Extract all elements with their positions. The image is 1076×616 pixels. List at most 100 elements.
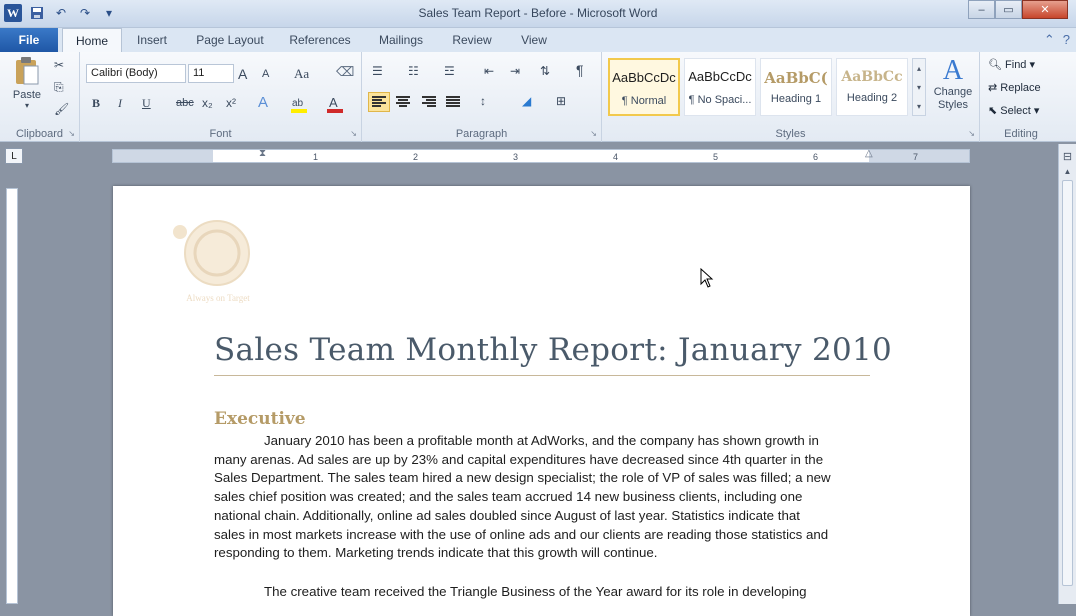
- bold-button[interactable]: B: [92, 96, 100, 111]
- section-heading: Executive: [214, 409, 306, 429]
- vertical-scrollbar[interactable]: ⊟ ▲: [1058, 144, 1076, 604]
- copy-icon[interactable]: ⎘: [54, 80, 64, 95]
- font-size-combo[interactable]: 11: [188, 64, 234, 83]
- style-sample: AaBbC(: [764, 69, 828, 87]
- italic-button[interactable]: I: [118, 96, 122, 111]
- tab-mailings[interactable]: Mailings: [366, 28, 436, 52]
- window-title: Sales Team Report - Before - Microsoft W…: [418, 6, 658, 20]
- change-styles-button[interactable]: A Change Styles: [930, 56, 976, 112]
- paste-button[interactable]: Paste ▾: [10, 56, 44, 110]
- align-right-icon[interactable]: [422, 96, 436, 111]
- clear-formatting-icon[interactable]: ⌫: [336, 64, 354, 80]
- sort-icon[interactable]: ⇅: [540, 64, 550, 78]
- font-family-combo[interactable]: Calibri (Body): [86, 64, 186, 83]
- text-effects-icon[interactable]: A: [258, 94, 268, 111]
- replace-button[interactable]: ⇄ Replace: [988, 81, 1041, 94]
- tab-references[interactable]: References: [280, 28, 360, 52]
- tab-review[interactable]: Review: [442, 28, 502, 52]
- change-styles-icon: A: [942, 55, 964, 86]
- horizontal-ruler[interactable]: ⧗ 1 2 3 4 5 6 7 △: [112, 148, 970, 163]
- tab-home[interactable]: Home: [62, 28, 122, 53]
- select-icon: ⬉: [988, 105, 998, 117]
- paragraph-2: The creative team received the Triangle …: [264, 584, 807, 599]
- find-label: Find: [1005, 59, 1027, 71]
- view-ruler-icon[interactable]: ⊟: [1059, 150, 1076, 163]
- maximize-button[interactable]: ▭: [995, 0, 1022, 19]
- shrink-font-icon[interactable]: A: [262, 68, 269, 80]
- tab-selector[interactable]: L: [5, 148, 23, 164]
- svg-text:ab: ab: [292, 98, 304, 109]
- align-center-icon[interactable]: [396, 96, 410, 111]
- styles-scroll[interactable]: ▴ ▾ ▾: [912, 58, 926, 116]
- paste-dropdown-icon[interactable]: ▾: [10, 101, 44, 110]
- title-underline: [214, 375, 870, 376]
- editing-label: Editing: [1004, 128, 1038, 140]
- para-line: sales chief position was created; and th…: [214, 489, 803, 505]
- tab-insert[interactable]: Insert: [124, 28, 180, 52]
- find-icon: 🔍︎: [988, 59, 1002, 71]
- grow-font-icon[interactable]: A: [238, 66, 247, 82]
- align-left-icon: [372, 96, 386, 107]
- style-heading-2[interactable]: AaBbCc Heading 2: [836, 58, 908, 116]
- styles-launcher-icon[interactable]: ↘: [968, 129, 975, 138]
- minimize-button[interactable]: –: [968, 0, 995, 19]
- justify-icon[interactable]: [446, 96, 460, 111]
- clipboard-launcher-icon[interactable]: ↘: [68, 129, 75, 138]
- help-icon[interactable]: ?: [1063, 32, 1070, 48]
- para-line: responding to them. Marketing trends ind…: [214, 545, 658, 561]
- tab-file[interactable]: File: [0, 28, 58, 52]
- highlight-color-icon[interactable]: ab: [290, 94, 308, 114]
- close-button[interactable]: ✕: [1022, 0, 1068, 19]
- replace-label: Replace: [1000, 82, 1041, 94]
- style-name: ¶ Normal: [621, 95, 667, 107]
- font-launcher-icon[interactable]: ↘: [350, 129, 357, 138]
- change-case-icon[interactable]: Aa: [294, 66, 309, 82]
- window-controls: – ▭ ✕: [968, 0, 1068, 19]
- styles-group: AaBbCcDc ¶ Normal AaBbCcDc ¶ No Spaci...…: [602, 52, 980, 142]
- select-button[interactable]: ⬉ Select ▾: [988, 104, 1039, 117]
- style-sample: AaBbCcDc: [612, 70, 676, 85]
- style-no-spacing[interactable]: AaBbCcDc ¶ No Spaci...: [684, 58, 756, 116]
- multilevel-list-icon[interactable]: ☲: [444, 64, 455, 78]
- minimize-ribbon-icon[interactable]: ⌃: [1044, 32, 1055, 48]
- numbering-icon[interactable]: ☷: [408, 64, 419, 78]
- shading-icon[interactable]: ◢: [522, 94, 531, 108]
- strikethrough-button[interactable]: abc: [176, 97, 194, 109]
- font-label: Font: [209, 128, 232, 140]
- tab-view[interactable]: View: [508, 28, 560, 52]
- right-indent-marker-icon[interactable]: △: [865, 148, 873, 159]
- ruler-left-margin: [113, 150, 213, 162]
- document-page[interactable]: Always on Target Sales Team Monthly Repo…: [113, 186, 970, 616]
- change-styles-label: Change Styles: [933, 86, 973, 111]
- replace-icon: ⇄: [988, 82, 998, 94]
- style-heading-1[interactable]: AaBbC( Heading 1: [760, 58, 832, 116]
- ruler-number: 6: [813, 152, 819, 162]
- increase-indent-icon[interactable]: ⇥: [510, 64, 520, 78]
- indent-marker-icon[interactable]: ⧗: [259, 148, 266, 159]
- ribbon-home: Paste ▾ ✂ ⎘ 🖌 Clipboard ↘ Calibri (Body)…: [0, 52, 1076, 142]
- bullets-icon[interactable]: ☰: [372, 64, 383, 78]
- decrease-indent-icon[interactable]: ⇤: [484, 64, 494, 78]
- paragraph-launcher-icon[interactable]: ↘: [590, 129, 597, 138]
- paste-label: Paste: [12, 89, 42, 101]
- format-painter-icon[interactable]: 🖌: [54, 102, 69, 116]
- para-line: national chain. Additionally, online ad …: [214, 507, 800, 523]
- subscript-button[interactable]: x₂: [202, 96, 213, 110]
- show-formatting-icon[interactable]: ¶: [576, 62, 584, 78]
- vertical-ruler[interactable]: [6, 188, 18, 604]
- ruler-number: 3: [513, 152, 519, 162]
- scroll-up-icon[interactable]: ▲: [1059, 167, 1076, 176]
- style-normal[interactable]: AaBbCcDc ¶ Normal: [608, 58, 680, 116]
- ruler-number: 1: [313, 152, 319, 162]
- find-button[interactable]: 🔍︎ Find ▾: [988, 58, 1035, 71]
- align-left-button[interactable]: [368, 92, 390, 112]
- tab-page-layout[interactable]: Page Layout: [186, 28, 274, 52]
- borders-icon[interactable]: ⊞: [556, 94, 566, 108]
- style-name: Heading 2: [846, 92, 898, 104]
- font-color-icon[interactable]: A: [326, 94, 344, 114]
- cut-icon[interactable]: ✂: [54, 58, 64, 72]
- superscript-button[interactable]: x²: [226, 96, 236, 110]
- line-spacing-icon[interactable]: ↕: [480, 94, 486, 108]
- scrollbar-thumb[interactable]: [1062, 180, 1073, 586]
- underline-button[interactable]: U: [142, 96, 151, 111]
